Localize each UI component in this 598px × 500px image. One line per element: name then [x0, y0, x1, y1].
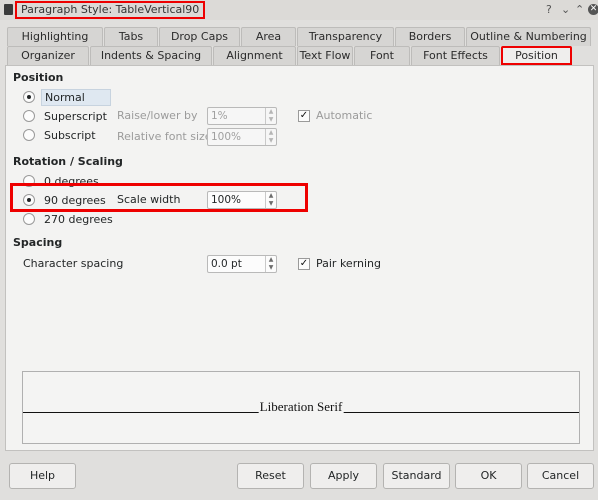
- preview-text: Liberation Serif: [258, 399, 344, 414]
- raise-lower-label: Raise/lower by: [117, 109, 198, 122]
- radio-subscript[interactable]: Subscript: [23, 126, 99, 144]
- tab-indents-spacing[interactable]: Indents & Spacing: [90, 46, 212, 65]
- apply-button[interactable]: Apply: [310, 463, 377, 489]
- tab-highlighting[interactable]: Highlighting: [7, 27, 103, 46]
- spin-arrows-icon[interactable]: ▲ ▼: [265, 256, 276, 272]
- minimize-icon[interactable]: ⌄: [561, 2, 570, 17]
- automatic-label: Automatic: [316, 109, 373, 122]
- standard-button[interactable]: Standard: [383, 463, 450, 489]
- radio-270-degrees[interactable]: 270 degrees: [23, 210, 116, 228]
- tab-outline-numbering[interactable]: Outline & Numbering: [466, 27, 591, 46]
- position-panel: Position Normal Superscript Subscript Ra…: [5, 65, 594, 451]
- radio-label: Superscript: [44, 109, 107, 123]
- preview-area: Liberation Serif: [22, 371, 580, 444]
- spacing-section-title: Spacing: [13, 236, 63, 249]
- tab-drop-caps[interactable]: Drop Caps: [159, 27, 240, 46]
- app-icon: [4, 4, 13, 15]
- close-icon[interactable]: ✕: [588, 4, 598, 15]
- radio-button[interactable]: [23, 110, 35, 122]
- radio-button[interactable]: [23, 129, 35, 141]
- tab-row-2: Organizer Indents & Spacing Alignment Te…: [7, 46, 573, 65]
- relative-font-size-value: 100%: [211, 131, 242, 143]
- character-spacing-value: 0.0 pt: [211, 258, 242, 270]
- tab-row-1: Highlighting Tabs Drop Caps Area Transpa…: [7, 27, 592, 46]
- relative-font-size-spinbox[interactable]: 100% ▲ ▼: [207, 128, 277, 146]
- radio-superscript[interactable]: Superscript: [23, 107, 110, 125]
- spin-arrows-icon[interactable]: ▲ ▼: [265, 108, 276, 124]
- radio-label: 270 degrees: [44, 212, 113, 226]
- spin-arrows-icon[interactable]: ▲ ▼: [265, 129, 276, 145]
- highlight-annotation: [10, 183, 308, 212]
- pair-kerning-checkbox[interactable]: ✓: [298, 258, 310, 270]
- radio-button[interactable]: [23, 213, 35, 225]
- ok-button[interactable]: OK: [455, 463, 522, 489]
- rotation-section-title: Rotation / Scaling: [13, 155, 123, 168]
- raise-lower-value: 1%: [211, 110, 228, 122]
- tab-transparency[interactable]: Transparency: [297, 27, 394, 46]
- cancel-button[interactable]: Cancel: [527, 463, 594, 489]
- tab-tabs[interactable]: Tabs: [104, 27, 158, 46]
- tab-text-flow[interactable]: Text Flow: [297, 46, 353, 65]
- position-section-title: Position: [13, 71, 64, 84]
- radio-button[interactable]: [23, 91, 35, 103]
- radio-normal[interactable]: Normal: [23, 88, 111, 106]
- reset-button[interactable]: Reset: [237, 463, 304, 489]
- help-button[interactable]: Help: [9, 463, 76, 489]
- tab-alignment[interactable]: Alignment: [213, 46, 296, 65]
- relative-font-size-label: Relative font size: [117, 130, 212, 143]
- help-icon[interactable]: ?: [546, 2, 552, 17]
- title-bar: Paragraph Style: TableVertical90 ? ⌄ ⌃ ✕: [0, 0, 598, 20]
- tab-organizer[interactable]: Organizer: [7, 46, 89, 65]
- tab-area[interactable]: Area: [241, 27, 296, 46]
- radio-label: Normal: [41, 88, 111, 106]
- tab-borders[interactable]: Borders: [395, 27, 465, 46]
- raise-lower-spinbox[interactable]: 1% ▲ ▼: [207, 107, 277, 125]
- pair-kerning-label: Pair kerning: [316, 257, 382, 270]
- window-title: Paragraph Style: TableVertical90: [15, 1, 206, 19]
- maximize-icon[interactable]: ⌃: [575, 2, 584, 17]
- tab-font-effects[interactable]: Font Effects: [411, 46, 500, 65]
- automatic-checkbox[interactable]: ✓: [298, 110, 310, 122]
- tab-position[interactable]: Position: [501, 46, 572, 65]
- tab-font[interactable]: Font: [354, 46, 410, 65]
- radio-label: Subscript: [44, 128, 96, 142]
- character-spacing-label: Character spacing: [23, 257, 124, 270]
- character-spacing-spinbox[interactable]: 0.0 pt ▲ ▼: [207, 255, 277, 273]
